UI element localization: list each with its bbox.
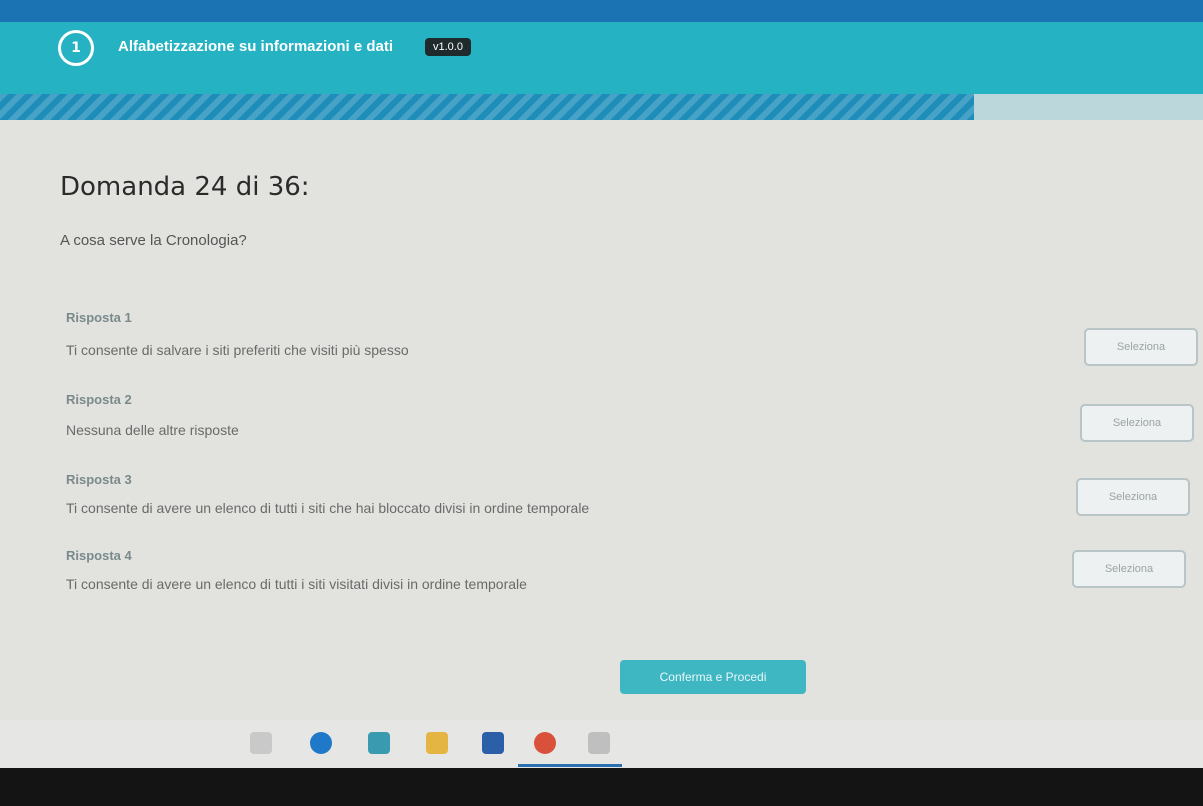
answer-4-label: Risposta 4 bbox=[66, 548, 132, 563]
answer-4-text: Ti consente di avere un elenco di tutti … bbox=[66, 576, 527, 592]
progress-bar-fill bbox=[0, 94, 975, 120]
app-icon[interactable] bbox=[588, 732, 610, 754]
select-answer-1-button[interactable]: Seleziona bbox=[1084, 328, 1198, 366]
taskbar bbox=[0, 720, 1203, 768]
answer-1-text: Ti consente di salvare i siti preferiti … bbox=[66, 342, 409, 358]
screen-bezel bbox=[0, 768, 1203, 806]
confirm-and-proceed-button[interactable]: Conferma e Procedi bbox=[620, 660, 806, 694]
answer-3-label: Risposta 3 bbox=[66, 472, 132, 487]
question-panel: Domanda 24 di 36: A cosa serve la Cronol… bbox=[0, 120, 1203, 720]
version-badge: v1.0.0 bbox=[425, 38, 471, 56]
chrome-icon[interactable] bbox=[534, 732, 556, 754]
active-app-indicator bbox=[518, 764, 622, 767]
files-icon[interactable] bbox=[426, 732, 448, 754]
question-title: Domanda 24 di 36: bbox=[60, 172, 310, 202]
search-icon[interactable] bbox=[250, 732, 272, 754]
question-text: A cosa serve la Cronologia? bbox=[60, 232, 247, 249]
quiz-header: 1 Alfabetizzazione su informazioni e dat… bbox=[0, 22, 1203, 94]
edge-icon[interactable] bbox=[310, 732, 332, 754]
answer-2-text: Nessuna delle altre risposte bbox=[66, 422, 239, 438]
progress-bar bbox=[0, 94, 1203, 120]
quiz-title: Alfabetizzazione su informazioni e dati bbox=[118, 38, 394, 55]
answer-3-text: Ti consente di avere un elenco di tutti … bbox=[66, 500, 590, 516]
step-number: 1 bbox=[58, 30, 94, 66]
word-icon[interactable] bbox=[482, 732, 504, 754]
answer-2-label: Risposta 2 bbox=[66, 392, 132, 407]
select-answer-4-button[interactable]: Seleziona bbox=[1072, 550, 1186, 588]
select-answer-2-button[interactable]: Seleziona bbox=[1080, 404, 1194, 442]
app-icon[interactable] bbox=[368, 732, 390, 754]
answer-1-label: Risposta 1 bbox=[66, 310, 132, 325]
select-answer-3-button[interactable]: Seleziona bbox=[1076, 478, 1190, 516]
